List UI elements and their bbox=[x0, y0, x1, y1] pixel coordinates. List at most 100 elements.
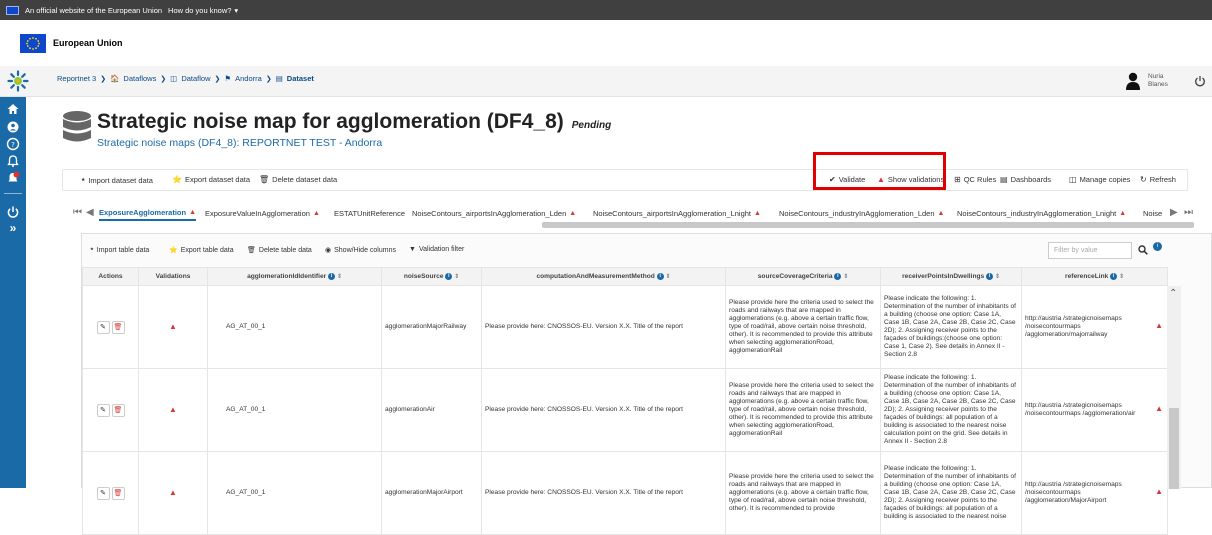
breadcrumb-dataflows[interactable]: Dataflows bbox=[123, 74, 156, 83]
export-dataset-button[interactable]: ⭐ Export dataset data bbox=[172, 175, 250, 184]
column-header-noise-source[interactable]: noiseSource i ⇕ bbox=[381, 267, 482, 286]
user-icon[interactable] bbox=[6, 120, 20, 134]
cell-receiver[interactable]: Please indicate the following: 1. Determ… bbox=[880, 285, 1022, 369]
tab-noise-contours-airports-lnight[interactable]: NoiseContours_airportsInAgglomeration_Ln… bbox=[593, 205, 761, 221]
tab-noise-contours-industry-lden[interactable]: NoiseContours_industryInAgglomeration_Ld… bbox=[779, 205, 944, 221]
sort-icon[interactable]: ⇕ bbox=[454, 274, 459, 280]
cell-agglomeration-id[interactable]: AG_AT_00_1 bbox=[207, 368, 382, 452]
trash-icon[interactable]: 🗑 bbox=[111, 403, 125, 417]
filter-input[interactable]: Filter by value bbox=[1048, 242, 1132, 259]
column-header-agglomeration-id[interactable]: agglomerationIdIdentifier i ⇕ bbox=[207, 267, 382, 286]
info-icon[interactable]: i bbox=[656, 273, 664, 280]
cell-noise-source[interactable]: agglomerationMajorAirport bbox=[381, 451, 482, 535]
manage-copies-button[interactable]: ◫ Manage copies bbox=[1069, 175, 1130, 184]
power-icon[interactable] bbox=[6, 205, 20, 219]
column-header-reference-link[interactable]: referenceLink i ⇕ bbox=[1021, 267, 1168, 286]
cell-method[interactable]: Please provide here: CNOSSOS-EU. Version… bbox=[481, 368, 726, 452]
edit-icon[interactable]: ✎ bbox=[96, 403, 110, 417]
reportnet-logo-icon[interactable] bbox=[7, 70, 29, 92]
column-header-source-coverage[interactable]: sourceCoverageCriteria i ⇕ bbox=[725, 267, 881, 286]
warning-icon[interactable]: ▲ bbox=[169, 488, 177, 497]
cell-coverage[interactable]: Please provide here the criteria used to… bbox=[725, 451, 881, 535]
table-row[interactable]: ✎ 🗑 ▲ AG_AT_00_1 agglomerationMajorAirpor… bbox=[82, 451, 1168, 535]
import-dataset-button[interactable]: ⭑ Import dataset data bbox=[81, 175, 153, 185]
export-table-button[interactable]: ⭐ Export table data bbox=[169, 246, 234, 255]
delete-table-button[interactable]: 🗑 Delete table data bbox=[247, 246, 312, 255]
delete-dataset-button[interactable]: 🗑 Delete dataset data bbox=[259, 175, 337, 184]
cell-reference-link[interactable]: http://austria /strategicnoisemaps /nois… bbox=[1021, 285, 1168, 369]
expand-sidebar-icon[interactable]: » bbox=[6, 221, 20, 235]
cell-receiver[interactable]: Please indicate the following: 1. Determ… bbox=[880, 368, 1022, 452]
notifications-icon[interactable] bbox=[6, 171, 20, 185]
sort-icon[interactable]: ⇕ bbox=[995, 274, 1000, 280]
tab-exposure-value[interactable]: ExposureValueInAgglomeration ▲ bbox=[205, 205, 320, 221]
info-icon[interactable]: i bbox=[834, 273, 842, 280]
home-icon[interactable] bbox=[6, 102, 20, 116]
help-icon[interactable]: ? bbox=[6, 137, 20, 151]
edit-icon[interactable]: ✎ bbox=[96, 486, 110, 500]
sort-icon[interactable]: ⇕ bbox=[843, 274, 848, 280]
cell-agglomeration-id[interactable]: AG_AT_00_1 bbox=[207, 451, 382, 535]
table-row[interactable]: ✎ 🗑 ▲ AG_AT_00_1 agglomerationAir Please … bbox=[82, 368, 1168, 452]
trash-icon[interactable]: 🗑 bbox=[111, 486, 125, 500]
first-tab-icon[interactable]: ⏮ bbox=[73, 207, 82, 218]
tabs-scrollbar[interactable] bbox=[542, 222, 1194, 228]
cell-reference-link[interactable]: http://austria /strategicnoisemaps /nois… bbox=[1021, 368, 1168, 452]
table-row[interactable]: ✎ 🗑 ▲ AG_AT_00_1 agglomerationMajorRailwa… bbox=[82, 285, 1168, 369]
prev-tab-icon[interactable]: ◀ bbox=[86, 207, 94, 218]
eu-logo-icon[interactable] bbox=[20, 33, 46, 53]
row-validation[interactable]: ▲ bbox=[138, 285, 208, 369]
column-header-receiver-points[interactable]: receiverPointsInDwellings i ⇕ bbox=[880, 267, 1022, 286]
cell-noise-source[interactable]: agglomerationAir bbox=[381, 368, 482, 452]
how-do-you-know-link[interactable]: How do you know? ▾ bbox=[168, 6, 238, 15]
info-icon[interactable]: i bbox=[1153, 242, 1162, 251]
sort-icon[interactable]: ⇕ bbox=[1119, 274, 1124, 280]
cell-receiver[interactable]: Please indicate the following: 1. Determ… bbox=[880, 451, 1022, 535]
scrollbar-thumb[interactable] bbox=[1169, 408, 1179, 489]
table-scrollbar[interactable]: ⌃ bbox=[1167, 286, 1181, 489]
show-hide-columns-button[interactable]: ◉ Show/Hide columns bbox=[325, 246, 396, 255]
user-name[interactable]: Nuria Blanes bbox=[1148, 73, 1184, 89]
breadcrumb-dataflow[interactable]: Dataflow bbox=[181, 74, 210, 83]
row-validation[interactable]: ▲ bbox=[138, 368, 208, 452]
info-icon[interactable]: i bbox=[445, 273, 453, 280]
bell-icon[interactable] bbox=[6, 154, 20, 168]
breadcrumb-country[interactable]: Andorra bbox=[235, 74, 262, 83]
validation-filter-button[interactable]: ▼ Validation filter bbox=[409, 246, 464, 253]
breadcrumb-reportnet[interactable]: Reportnet 3 bbox=[57, 74, 96, 83]
refresh-button[interactable]: ↻ Refresh bbox=[1140, 175, 1176, 184]
info-icon[interactable]: i bbox=[1110, 273, 1118, 280]
tab-exposure-agglomeration[interactable]: ExposureAgglomeration ▲ bbox=[99, 205, 197, 221]
warning-icon[interactable]: ▲ bbox=[1155, 322, 1163, 330]
warning-icon[interactable]: ▲ bbox=[1155, 405, 1163, 413]
info-icon[interactable]: i bbox=[986, 273, 994, 280]
cell-coverage[interactable]: Please provide here the criteria used to… bbox=[725, 368, 881, 452]
row-validation[interactable]: ▲ bbox=[138, 451, 208, 535]
last-tab-icon[interactable]: ⏭ bbox=[1184, 207, 1193, 218]
warning-icon[interactable]: ▲ bbox=[169, 322, 177, 331]
trash-icon[interactable]: 🗑 bbox=[111, 320, 125, 334]
info-icon[interactable]: i bbox=[328, 273, 336, 280]
next-tab-icon[interactable]: ▶ bbox=[1170, 207, 1178, 218]
warning-icon[interactable]: ▲ bbox=[1155, 488, 1163, 496]
warning-icon[interactable]: ▲ bbox=[169, 405, 177, 414]
cell-agglomeration-id[interactable]: AG_AT_00_1 bbox=[207, 285, 382, 369]
cell-reference-link[interactable]: http://austria /strategicnoisemaps /nois… bbox=[1021, 451, 1168, 535]
sort-icon[interactable]: ⇕ bbox=[665, 274, 670, 280]
edit-icon[interactable]: ✎ bbox=[96, 320, 110, 334]
chevron-up-icon[interactable]: ⌃ bbox=[1169, 288, 1177, 299]
user-avatar-icon[interactable] bbox=[1126, 72, 1140, 90]
cell-method[interactable]: Please provide here: CNOSSOS-EU. Version… bbox=[481, 451, 726, 535]
sort-icon[interactable]: ⇕ bbox=[337, 274, 342, 280]
cell-coverage[interactable]: Please provide here the criteria used to… bbox=[725, 285, 881, 369]
cell-method[interactable]: Please provide here: CNOSSOS-EU. Version… bbox=[481, 285, 726, 369]
tab-estat-unit-reference[interactable]: ESTATUnitReference bbox=[334, 205, 405, 221]
cell-noise-source[interactable]: agglomerationMajorRailway bbox=[381, 285, 482, 369]
column-header-computation-method[interactable]: computationAndMeasurementMethod i ⇕ bbox=[481, 267, 726, 286]
search-icon[interactable] bbox=[1138, 245, 1148, 255]
tab-noise-contours-industry-lnight[interactable]: NoiseContours_industryInAgglomeration_Ln… bbox=[957, 205, 1126, 221]
tab-noise[interactable]: Noise bbox=[1143, 205, 1162, 221]
tab-noise-contours-airports-lden[interactable]: NoiseContours_airportsInAgglomeration_Ld… bbox=[412, 205, 576, 221]
dashboards-button[interactable]: ▤ Dashboards bbox=[1000, 175, 1051, 184]
power-icon[interactable] bbox=[1194, 75, 1206, 87]
